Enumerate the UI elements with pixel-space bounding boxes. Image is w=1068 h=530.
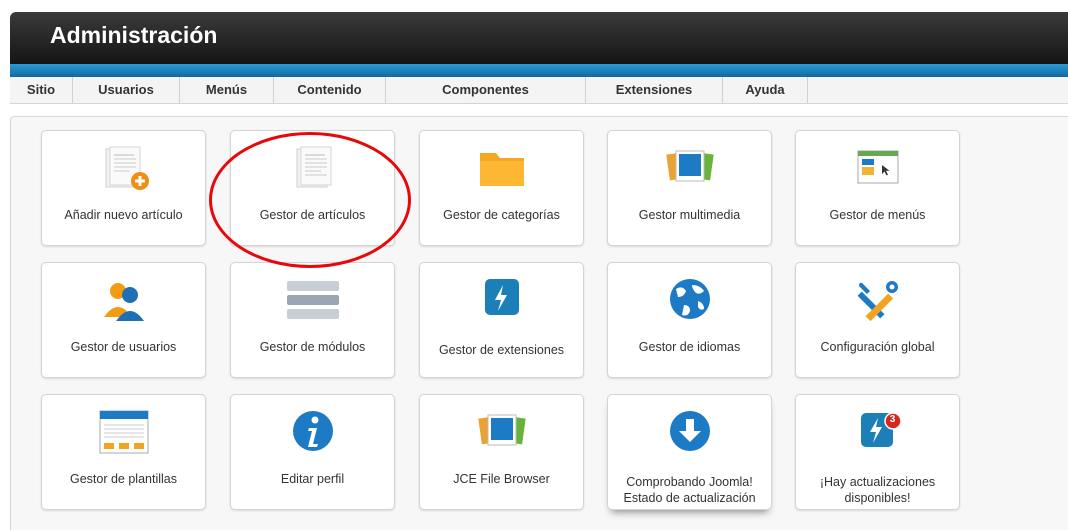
media-icon <box>660 145 720 191</box>
tile-module-manager[interactable]: Gestor de módulos <box>230 262 395 378</box>
tools-icon <box>848 277 908 323</box>
tile-label: Gestor de menús <box>829 208 926 222</box>
media-icon <box>472 409 532 455</box>
globe-icon <box>660 277 720 323</box>
tile-joomla-update-check[interactable]: Comprobando Joomla! Estado de actualizac… <box>607 394 772 510</box>
highlight-circle <box>209 132 411 268</box>
menu-item-extensiones[interactable]: Extensiones <box>586 77 723 103</box>
tile-updates-available[interactable]: 3 ¡Hay actualizaciones disponibles! <box>795 394 960 510</box>
tile-label: Añadir nuevo artículo <box>64 208 183 222</box>
tile-label: Comprobando Joomla! Estado de actualizac… <box>623 475 756 505</box>
tile-label: JCE File Browser <box>453 472 550 486</box>
tile-label: Configuración global <box>820 340 935 354</box>
tile-label: Gestor de plantillas <box>69 472 177 486</box>
tile-label: ¡Hay actualizaciones disponibles! <box>819 475 936 505</box>
top-menu-bar: Sitio Usuarios Menús Contenido Component… <box>10 77 1068 104</box>
tile-label: Editar perfil <box>280 472 345 486</box>
tile-add-article[interactable]: Añadir nuevo artículo <box>41 130 206 246</box>
tile-template-manager[interactable]: Gestor de plantillas <box>41 394 206 510</box>
tile-category-manager[interactable]: Gestor de categorías <box>419 130 584 246</box>
menu-window-icon <box>848 145 908 191</box>
tile-label: Gestor de extensiones <box>438 343 565 357</box>
tile-language-manager[interactable]: Gestor de idiomas <box>607 262 772 378</box>
tile-user-manager[interactable]: Gestor de usuarios <box>41 262 206 378</box>
modules-icon <box>283 277 343 323</box>
tile-label: Gestor multimedia <box>638 208 741 222</box>
extensions-icon <box>472 277 532 323</box>
download-icon <box>660 409 720 455</box>
tile-label: Gestor de categorías <box>443 208 560 222</box>
control-panel: Añadir nuevo artículo Gestor de artículo… <box>10 116 1068 530</box>
admin-header: Administración <box>10 12 1068 64</box>
update-count-badge: 3 <box>889 414 896 425</box>
update-badge-icon: 3 <box>848 409 908 455</box>
menu-item-contenido[interactable]: Contenido <box>274 77 386 103</box>
tile-menu-manager[interactable]: Gestor de menús <box>795 130 960 246</box>
add-article-icon <box>94 145 154 191</box>
accent-bar <box>10 64 1068 77</box>
tile-global-configuration[interactable]: Configuración global <box>795 262 960 378</box>
tile-jce-file-browser[interactable]: JCE File Browser <box>419 394 584 510</box>
users-icon <box>94 277 154 323</box>
menu-item-sitio[interactable]: Sitio <box>10 77 73 103</box>
menu-item-componentes[interactable]: Componentes <box>386 77 586 103</box>
tile-label: Gestor de idiomas <box>638 340 741 354</box>
menu-item-menus[interactable]: Menús <box>180 77 274 103</box>
page-title: Administración <box>50 22 218 48</box>
tile-media-manager[interactable]: Gestor multimedia <box>607 130 772 246</box>
template-icon <box>94 409 154 455</box>
tile-label: Gestor de usuarios <box>70 340 177 354</box>
menu-item-ayuda[interactable]: Ayuda <box>723 77 808 103</box>
tile-extension-manager[interactable]: Gestor de extensiones <box>419 262 584 378</box>
tile-label: Gestor de módulos <box>259 340 366 354</box>
menu-item-usuarios[interactable]: Usuarios <box>73 77 180 103</box>
folder-icon <box>472 145 532 191</box>
tile-edit-profile[interactable]: Editar perfil <box>230 394 395 510</box>
info-icon <box>283 409 343 455</box>
